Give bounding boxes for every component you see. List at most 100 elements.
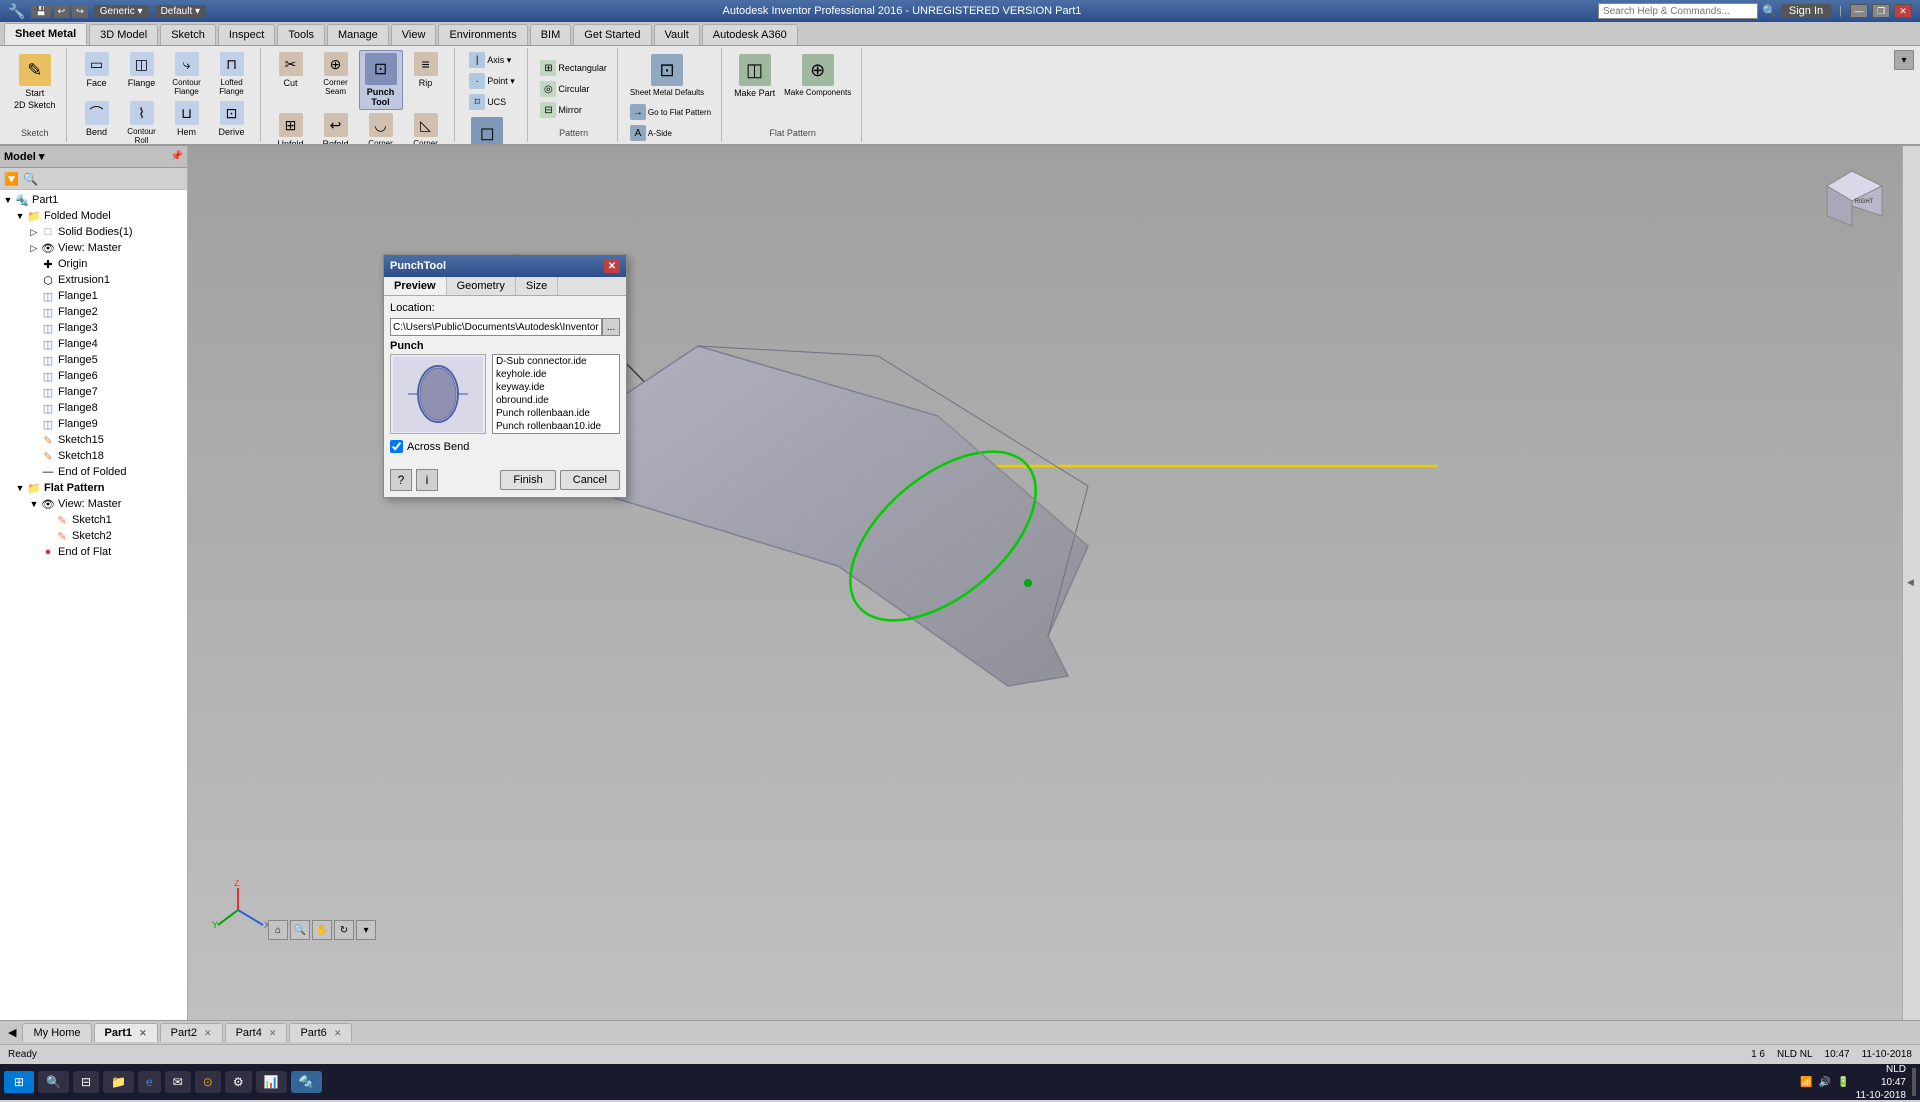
flange-btn[interactable]: ◫ Flange xyxy=(120,50,164,90)
dialog-close-btn[interactable]: ✕ xyxy=(604,259,620,273)
tree-sketch18[interactable]: ✎ Sketch18 xyxy=(0,448,187,464)
settings-btn[interactable]: ⚙ xyxy=(225,1071,252,1093)
dialog-tab-preview[interactable]: Preview xyxy=(384,277,447,295)
tree-flange7[interactable]: ◫ Flange7 xyxy=(0,384,187,400)
punch-file-list[interactable]: D-Sub connector.ide keyhole.ide keyway.i… xyxy=(492,354,620,434)
tree-flange1[interactable]: ◫ Flange1 xyxy=(0,288,187,304)
refold-btn[interactable]: ↩ Refold xyxy=(314,111,358,146)
dialog-help-btn[interactable]: ? xyxy=(390,469,412,491)
tab-environments[interactable]: Environments xyxy=(438,24,527,45)
minimize-btn[interactable]: — xyxy=(1850,4,1868,18)
view-more-btn[interactable]: ▾ xyxy=(356,920,376,940)
lofted-flange-btn[interactable]: ⊓ Lofted Flange xyxy=(210,50,254,98)
rip-btn[interactable]: ≡ Rip xyxy=(404,50,448,90)
punch-item-obround[interactable]: obround.ide xyxy=(493,394,619,407)
cut-btn[interactable]: ✂ Cut xyxy=(269,50,313,90)
punch-item-keyway[interactable]: keyway.ide xyxy=(493,381,619,394)
tree-sketch2[interactable]: ✎ Sketch2 xyxy=(0,528,187,544)
corner-round-btn[interactable]: ◡ Corner Round xyxy=(359,111,403,146)
sign-in-btn[interactable]: Sign In xyxy=(1781,4,1831,18)
search-icon[interactable]: 🔍 xyxy=(1762,4,1777,18)
plane-btn[interactable]: ◻ Plane xyxy=(465,113,509,146)
viewport[interactable]: RIGHT X Y Z ⌂ 🔍 ✋ ↻ ▾ PunchTool xyxy=(188,146,1902,1020)
a-side-btn[interactable]: A A-Side xyxy=(626,123,676,143)
browse-btn[interactable]: ... xyxy=(602,318,620,336)
tree-flange4[interactable]: ◫ Flange4 xyxy=(0,336,187,352)
dialog-tab-size[interactable]: Size xyxy=(516,277,558,295)
navigation-cube[interactable]: RIGHT xyxy=(1812,156,1892,236)
app1-btn[interactable]: 📊 xyxy=(256,1071,287,1093)
bend-btn[interactable]: ⌒ Bend xyxy=(75,99,119,139)
bottom-tab-part4[interactable]: Part4 ✕ xyxy=(225,1023,288,1042)
close-btn[interactable]: ✕ xyxy=(1894,4,1912,18)
tree-folded-model[interactable]: ▼ 📁 Folded Model xyxy=(0,208,187,224)
task-view-btn[interactable]: ⊟ xyxy=(73,1071,99,1093)
finish-btn[interactable]: Finish xyxy=(500,470,555,490)
across-bend-checkbox[interactable] xyxy=(390,440,403,453)
punch-tool-btn[interactable]: ⊡ Punch Tool xyxy=(359,50,403,110)
derive-btn[interactable]: ⊡ Derive xyxy=(210,99,254,139)
punch-item-rollenbaan10[interactable]: Punch rollenbaan10.ide xyxy=(493,420,619,433)
tab-sketch[interactable]: Sketch xyxy=(160,24,216,45)
tab-part1-close[interactable]: ✕ xyxy=(139,1028,147,1038)
show-desktop-btn[interactable] xyxy=(1912,1068,1916,1096)
start-btn[interactable]: ⊞ xyxy=(4,1071,34,1093)
model-pin-btn[interactable]: 📌 xyxy=(171,151,183,162)
tab-get-started[interactable]: Get Started xyxy=(573,24,651,45)
tab-inspect[interactable]: Inspect xyxy=(218,24,275,45)
search-model-icon[interactable]: 🔍 xyxy=(23,172,38,186)
tab-a360[interactable]: Autodesk A360 xyxy=(702,24,798,45)
ucs-btn[interactable]: ⌑ UCS xyxy=(465,92,510,112)
network-icon[interactable]: 📶 xyxy=(1800,1077,1812,1088)
tree-flat-pattern[interactable]: ▼ 📁 Flat Pattern xyxy=(0,480,187,496)
tab-tools[interactable]: Tools xyxy=(277,24,325,45)
tree-extrusion1[interactable]: ⬡ Extrusion1 xyxy=(0,272,187,288)
contour-roll-btn[interactable]: ⌇ Contour Roll xyxy=(120,99,164,146)
dialog-tab-geometry[interactable]: Geometry xyxy=(447,277,516,295)
tree-sketch1[interactable]: ✎ Sketch1 xyxy=(0,512,187,528)
filter-icon[interactable]: 🔽 xyxy=(4,172,19,186)
circular-btn[interactable]: ◎ Circular xyxy=(536,79,593,99)
inventor-btn[interactable]: 🔩 xyxy=(291,1071,322,1093)
cancel-btn[interactable]: Cancel xyxy=(560,470,620,490)
corner-seam-btn[interactable]: ⊕ Corner Seam xyxy=(314,50,358,98)
tree-flange5[interactable]: ◫ Flange5 xyxy=(0,352,187,368)
tab-3d-model[interactable]: 3D Model xyxy=(89,24,158,45)
dialog-info-btn[interactable]: i xyxy=(416,469,438,491)
tab-part4-close[interactable]: ✕ xyxy=(269,1028,277,1038)
bottom-tab-myhome[interactable]: My Home xyxy=(22,1023,91,1042)
file-explorer-btn[interactable]: 📁 xyxy=(103,1071,134,1093)
options-btn[interactable]: ▾ xyxy=(1894,50,1914,70)
view-home-btn[interactable]: ⌂ xyxy=(268,920,288,940)
tree-sketch15[interactable]: ✎ Sketch15 xyxy=(0,432,187,448)
view-pan-btn[interactable]: ✋ xyxy=(312,920,332,940)
mail-btn[interactable]: ✉ xyxy=(165,1071,191,1093)
tree-flange9[interactable]: ◫ Flange9 xyxy=(0,416,187,432)
tree-flange2[interactable]: ◫ Flange2 xyxy=(0,304,187,320)
right-panel-collapse[interactable]: ◀ xyxy=(1907,578,1917,588)
layout-selector[interactable]: Default ▾ xyxy=(155,5,206,18)
make-components-btn[interactable]: ⊕ Make Components xyxy=(780,50,855,101)
tree-flange6[interactable]: ◫ Flange6 xyxy=(0,368,187,384)
view-rotate-btn[interactable]: ↻ xyxy=(334,920,354,940)
sheet-metal-defaults-btn[interactable]: ⊡ Sheet Metal Defaults xyxy=(626,50,708,101)
chrome-btn[interactable]: ⊙ xyxy=(195,1071,221,1093)
punch-item-rollenbaan2[interactable]: Punch rollenbaan2.ide xyxy=(493,433,619,434)
search-input[interactable] xyxy=(1598,3,1758,19)
start-2d-sketch-btn[interactable]: ✎ Start 2D Sketch xyxy=(10,50,60,114)
tree-flange8[interactable]: ◫ Flange8 xyxy=(0,400,187,416)
tree-end-of-folded[interactable]: — End of Folded xyxy=(0,464,187,480)
volume-icon[interactable]: 🔊 xyxy=(1819,1077,1831,1088)
punch-item-dsub[interactable]: D-Sub connector.ide xyxy=(493,355,619,368)
view-zoom-btn[interactable]: 🔍 xyxy=(290,920,310,940)
rectangular-btn[interactable]: ⊞ Rectangular xyxy=(536,58,611,78)
location-input[interactable] xyxy=(390,318,602,336)
tree-view-master-1[interactable]: ▷ 👁 View: Master xyxy=(0,240,187,256)
bottom-tab-part1[interactable]: Part1 ✕ xyxy=(94,1023,158,1042)
axis-btn[interactable]: | Axis ▾ xyxy=(465,50,515,70)
point-btn[interactable]: · Point ▾ xyxy=(465,71,519,91)
tree-origin[interactable]: ✚ Origin xyxy=(0,256,187,272)
qa-undo[interactable]: ↩ xyxy=(54,5,70,18)
qa-save[interactable]: 💾 xyxy=(31,5,50,18)
face-btn[interactable]: ▭ Face xyxy=(75,50,119,90)
